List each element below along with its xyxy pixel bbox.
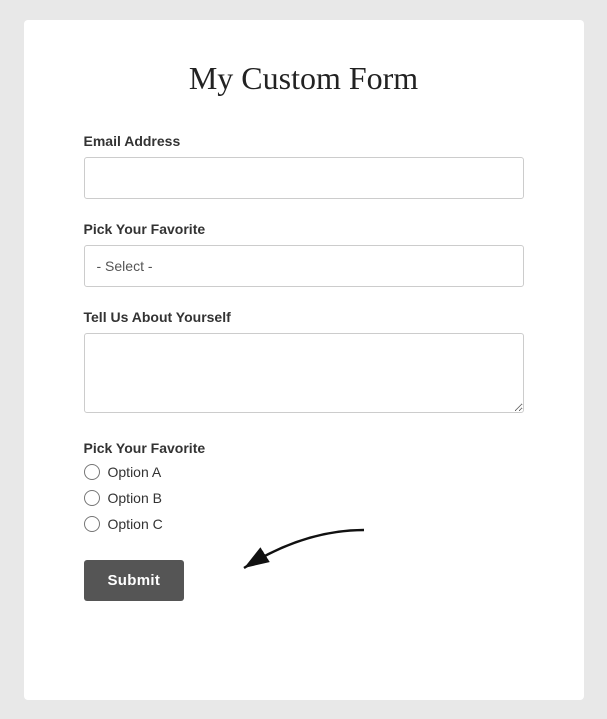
- radio-group: Option A Option B Option C: [84, 464, 524, 532]
- textarea-group: Tell Us About Yourself: [84, 309, 524, 418]
- radio-input-b[interactable]: [84, 490, 100, 506]
- submit-button[interactable]: Submit: [84, 560, 185, 601]
- radio-item-a[interactable]: Option A: [84, 464, 524, 480]
- radio-label-a: Option A: [108, 464, 162, 480]
- radio-label-c: Option C: [108, 516, 163, 532]
- radio-input-a[interactable]: [84, 464, 100, 480]
- radio-label-b: Option B: [108, 490, 162, 506]
- textarea-label: Tell Us About Yourself: [84, 309, 524, 325]
- radio-item-b[interactable]: Option B: [84, 490, 524, 506]
- radio-item-c[interactable]: Option C: [84, 516, 524, 532]
- select-wrapper: - Select - Option A Option B Option C: [84, 245, 524, 287]
- select-label: Pick Your Favorite: [84, 221, 524, 237]
- about-textarea[interactable]: [84, 333, 524, 413]
- email-input[interactable]: [84, 157, 524, 199]
- email-label: Email Address: [84, 133, 524, 149]
- form-card: My Custom Form Email Address Pick Your F…: [24, 20, 584, 700]
- radio-group-container: Pick Your Favorite Option A Option B Opt…: [84, 440, 524, 532]
- submit-area: Submit: [84, 560, 524, 601]
- radio-input-c[interactable]: [84, 516, 100, 532]
- email-group: Email Address: [84, 133, 524, 199]
- form-title: My Custom Form: [84, 60, 524, 97]
- radio-label: Pick Your Favorite: [84, 440, 524, 456]
- select-group: Pick Your Favorite - Select - Option A O…: [84, 221, 524, 287]
- favorite-select[interactable]: - Select - Option A Option B Option C: [84, 245, 524, 287]
